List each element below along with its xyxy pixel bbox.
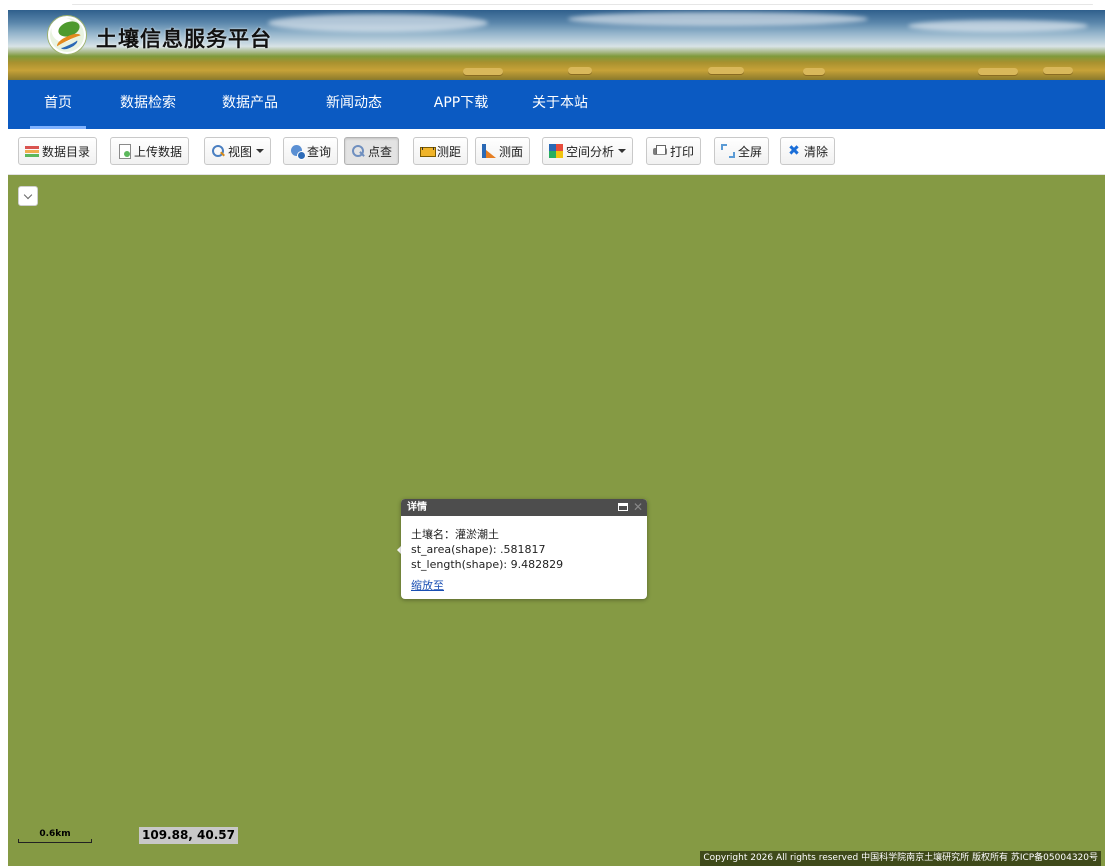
point-query-button[interactable]: 点查: [344, 137, 400, 165]
measure-distance-label: 测距: [437, 144, 462, 159]
measure-area-button[interactable]: 测面: [475, 137, 531, 165]
caret-down-icon: [256, 149, 265, 153]
clear-label: 清除: [804, 144, 829, 159]
clear-x-icon: ✖: [788, 143, 800, 159]
hay-bale: [708, 67, 744, 74]
site-logo[interactable]: [48, 16, 86, 54]
caret-down-icon: [618, 149, 627, 153]
spatial-analysis-dropdown[interactable]: 空间分析: [542, 137, 634, 165]
site-title: 土壤信息服务平台: [96, 27, 272, 51]
ruler-icon: [420, 144, 436, 158]
banner-cloud: [268, 14, 488, 32]
banner: 土壤信息服务平台: [8, 10, 1105, 80]
nav-item-data-search[interactable]: 数据检索: [110, 80, 186, 129]
measure-distance-button[interactable]: 测距: [413, 137, 469, 165]
map-toolbar: 数据目录 上传数据 视图 查询 点查 测距 测面 空间分析 打印 全屏 ✖ 清除: [8, 129, 1105, 175]
popup-body: 土壤名：灌淤潮土 st_area(shape): .581817 st_leng…: [401, 516, 647, 593]
copyright-notice: Copyright 2026 All rights reserved 中国科学院…: [700, 851, 1101, 866]
spatial-analysis-label: 空间分析: [566, 144, 615, 159]
spatial-analysis-icon: [549, 144, 563, 158]
catalog-label: 数据目录: [42, 144, 91, 159]
popup-header: 详情 ✕: [401, 499, 647, 516]
length-line: st_length(shape): 9.482829: [411, 558, 564, 571]
clear-button[interactable]: ✖ 清除: [780, 137, 836, 165]
print-button[interactable]: 打印: [646, 137, 702, 165]
hay-bale: [1043, 67, 1073, 74]
point-query-icon: [351, 144, 365, 158]
query-label: 查询: [307, 144, 332, 159]
catalog-button[interactable]: 数据目录: [18, 137, 98, 165]
upload-file-icon: [117, 144, 131, 159]
printer-icon: [653, 144, 667, 158]
fullscreen-label: 全屏: [738, 144, 763, 159]
hay-bale: [463, 68, 503, 75]
banner-cloud: [568, 12, 868, 26]
upload-button[interactable]: 上传数据: [110, 137, 190, 165]
hay-bale: [803, 68, 825, 75]
area-icon: [482, 144, 496, 158]
nav-item-data-products[interactable]: 数据产品: [212, 80, 288, 129]
banner-cloud: [908, 20, 1088, 32]
scale-label: 0.6km: [39, 829, 71, 839]
upload-label: 上传数据: [134, 144, 183, 159]
magnifier-icon: [211, 144, 225, 158]
view-label: 视图: [228, 144, 253, 159]
soil-name-line: 土壤名：灌淤潮土: [411, 528, 499, 541]
hay-bale: [978, 68, 1018, 75]
map-canvas[interactable]: 详情 ✕ 土壤名：灌淤潮土 st_area(shape): .581817 st…: [8, 175, 1105, 866]
scale-bar-line: [18, 839, 92, 843]
popup-title: 详情: [407, 502, 427, 513]
cursor-coordinates: 109.88, 40.57: [139, 827, 238, 844]
close-icon[interactable]: ✕: [633, 499, 643, 516]
nav-item-app-download[interactable]: APP下载: [420, 80, 502, 129]
area-line: st_area(shape): .581817: [411, 543, 546, 556]
measure-area-label: 测面: [499, 144, 524, 159]
point-query-label: 点查: [368, 144, 393, 159]
maximize-icon[interactable]: [618, 503, 628, 511]
nav-item-about[interactable]: 关于本站: [522, 80, 598, 129]
layer-panel-toggle[interactable]: [18, 186, 38, 206]
fullscreen-button[interactable]: 全屏: [714, 137, 770, 165]
print-label: 打印: [670, 144, 695, 159]
top-rule: [0, 0, 1105, 10]
nav-item-news[interactable]: 新闻动态: [316, 80, 392, 129]
zoom-to-link[interactable]: 缩放至: [411, 578, 444, 593]
layers-icon: [25, 144, 39, 158]
scale-bar: 0.6km: [18, 829, 92, 843]
view-dropdown[interactable]: 视图: [204, 137, 272, 165]
query-icon: [290, 144, 306, 160]
fullscreen-icon: [721, 144, 735, 158]
hay-bale: [568, 67, 592, 74]
query-button[interactable]: 查询: [283, 137, 339, 165]
nav-item-home[interactable]: 首页: [30, 80, 86, 129]
main-nav: 首页 数据检索 数据产品 新闻动态 APP下载 关于本站: [8, 80, 1105, 129]
info-popup: 详情 ✕ 土壤名：灌淤潮土 st_area(shape): .581817 st…: [401, 499, 647, 599]
